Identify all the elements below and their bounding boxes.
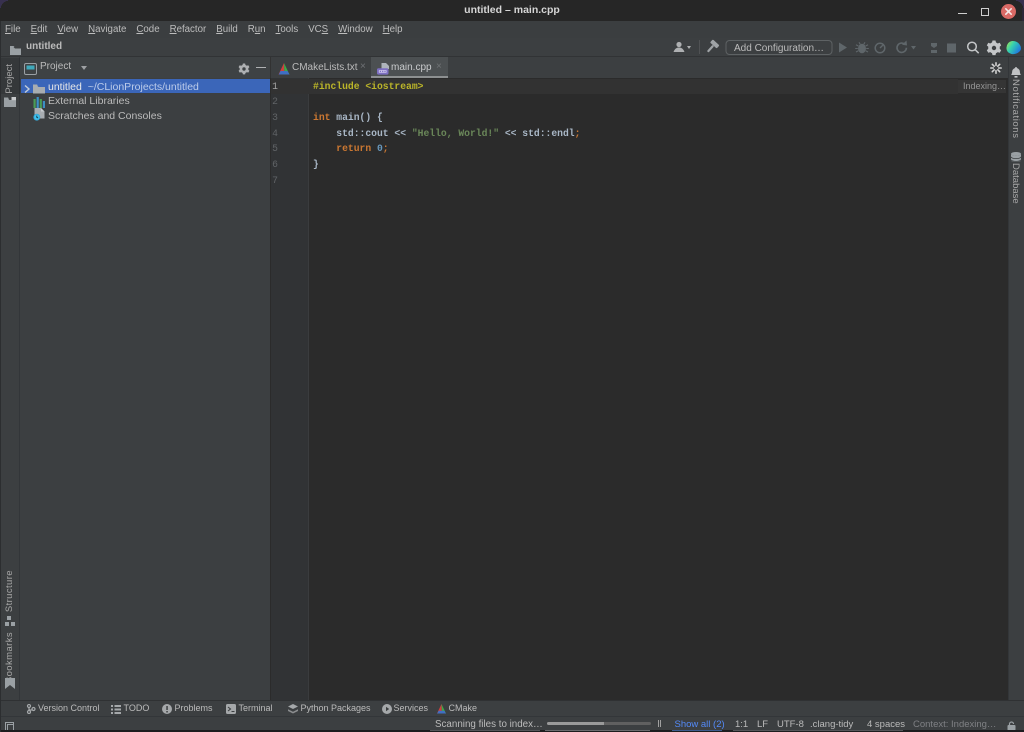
- svg-text:Add Configuration…: Add Configuration…: [734, 43, 824, 54]
